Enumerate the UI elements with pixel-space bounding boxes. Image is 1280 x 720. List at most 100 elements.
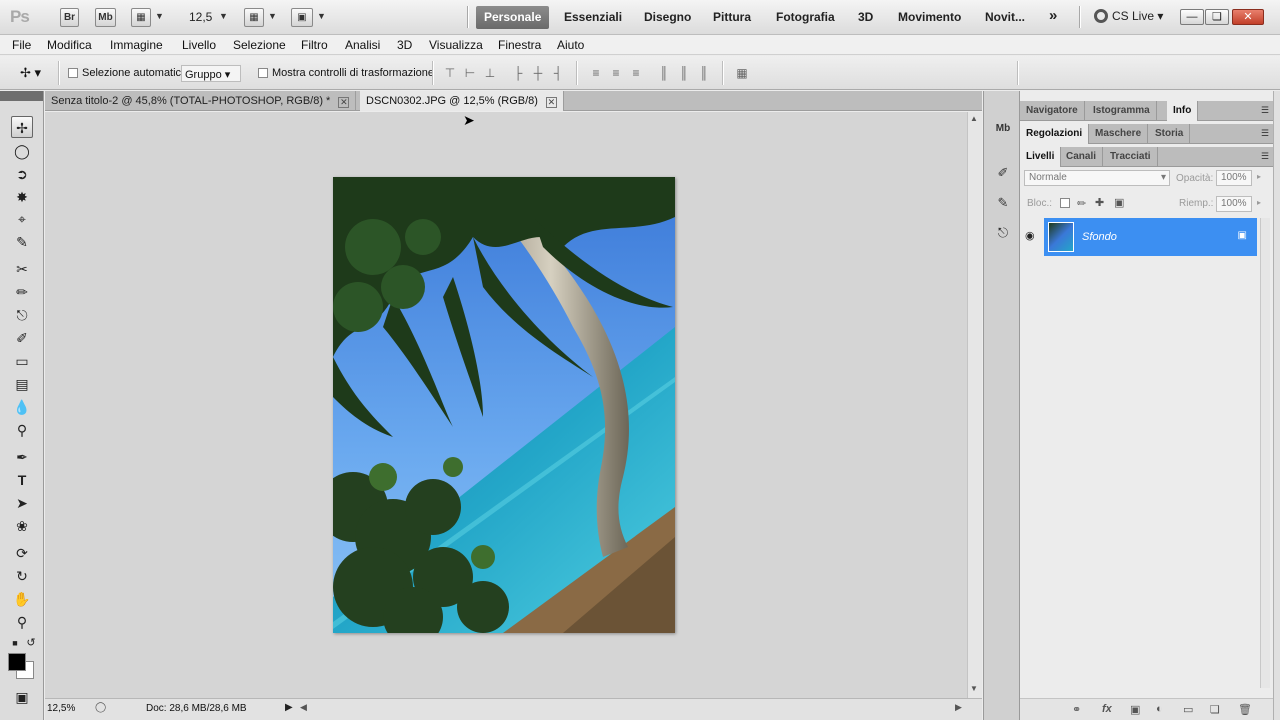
tab-senza-titolo-2[interactable]: Senza titolo-2 @ 45,8% (TOTAL-PHOTOSHOP,… — [45, 91, 357, 111]
zoom-level-field[interactable]: 12,5 — [189, 10, 212, 24]
quick-mask-icon[interactable]: ▣ — [11, 686, 33, 708]
workspace-essenziali[interactable]: Essenziali — [564, 10, 622, 24]
distribute-top-icon[interactable]: ≡ — [588, 65, 604, 81]
restore-icon[interactable]: ❏ — [1205, 9, 1229, 25]
menu-livello[interactable]: Livello — [182, 38, 216, 52]
layers-scrollbar[interactable] — [1260, 218, 1270, 688]
chevron-down-icon[interactable]: ▼ — [155, 11, 164, 21]
workspace-3d[interactable]: 3D — [858, 10, 873, 24]
status-menu-icon[interactable]: ◯ — [95, 702, 106, 713]
eye-visibility-icon[interactable]: ◉ — [1025, 229, 1035, 242]
tab-storia[interactable]: Storia — [1149, 124, 1191, 144]
menu-selezione[interactable]: Selezione — [233, 38, 286, 52]
delete-layer-icon[interactable]: 🗑 — [1238, 703, 1252, 716]
mini-bridge-icon[interactable]: Mb — [992, 119, 1014, 139]
tab-navigatore[interactable]: Navigatore — [1020, 101, 1085, 121]
arrange-documents-button[interactable]: ▦ — [244, 8, 264, 27]
clone-stamp-tool-icon[interactable]: ⎋ — [11, 304, 33, 326]
layer-row-sfondo[interactable]: Sfondo ▣ — [1044, 218, 1257, 256]
menu-3d[interactable]: 3D — [397, 38, 412, 52]
align-vcenter-icon[interactable]: ⊢ — [462, 65, 478, 81]
auto-select-dropdown[interactable]: Gruppo ▾ — [181, 65, 241, 82]
brush-tool-icon[interactable]: ✏ — [11, 281, 33, 303]
tab-istogramma[interactable]: Istogramma — [1087, 101, 1157, 121]
more-workspaces-icon[interactable]: » — [1049, 7, 1057, 24]
tool-preset-picker[interactable]: ✢ ▾ — [20, 65, 41, 81]
close-icon[interactable]: ✕ — [545, 97, 557, 108]
align-hcenter-icon[interactable]: ┼ — [530, 65, 546, 81]
workspace-personale[interactable]: Personale — [476, 6, 550, 29]
menu-filtro[interactable]: Filtro — [301, 38, 328, 52]
align-bottom-icon[interactable]: ⊥ — [482, 65, 498, 81]
menu-aiuto[interactable]: Aiuto — [557, 38, 584, 52]
fill-slider-icon[interactable]: ▸ — [1257, 198, 1261, 207]
distribute-left-icon[interactable]: ║ — [656, 65, 672, 81]
tab-maschere[interactable]: Maschere — [1089, 124, 1149, 144]
tab-dscn0302[interactable]: DSCN0302.JPG @ 12,5% (RGB/8) ✕ — [360, 91, 564, 111]
align-right-icon[interactable]: ┤ — [550, 65, 566, 81]
menu-immagine[interactable]: Immagine — [110, 38, 163, 52]
healing-brush-tool-icon[interactable]: ✂ — [11, 258, 33, 280]
eraser-tool-icon[interactable]: ▭ — [11, 350, 33, 372]
fill-field[interactable]: 100% — [1216, 196, 1252, 212]
foreground-color-swatch[interactable] — [8, 653, 26, 671]
view-extras-button[interactable]: ▦ — [131, 8, 151, 27]
show-transform-checkbox[interactable] — [258, 68, 268, 78]
history-brush-tool-icon[interactable]: ✐ — [11, 327, 33, 349]
minimize-icon[interactable]: — — [1180, 9, 1204, 25]
new-group-icon[interactable]: ▭ — [1183, 703, 1193, 716]
tab-canali[interactable]: Canali — [1060, 147, 1104, 167]
workspace-pittura[interactable]: Pittura — [713, 10, 751, 24]
menu-visualizza[interactable]: Visualizza — [429, 38, 483, 52]
distribute-bottom-icon[interactable]: ≡ — [628, 65, 644, 81]
brushes-icon[interactable]: ✎ — [992, 193, 1014, 213]
workspace-fotografia[interactable]: Fotografia — [776, 10, 835, 24]
tab-info[interactable]: Info — [1167, 101, 1199, 121]
right-edge-scrollbar[interactable] — [1273, 91, 1280, 720]
eyedropper-tool-icon[interactable]: ✎ — [11, 231, 33, 253]
scroll-up-icon[interactable]: ▲ — [970, 114, 978, 123]
crop-tool-icon[interactable]: ⌖ — [11, 208, 33, 230]
path-selection-tool-icon[interactable]: ➤ — [11, 492, 33, 514]
workspace-novita[interactable]: Novit... — [985, 10, 1025, 24]
close-icon[interactable]: ✕ — [1232, 9, 1264, 25]
lock-all-icon[interactable]: ▣ — [1114, 196, 1124, 209]
chevron-down-icon[interactable]: ▼ — [268, 11, 277, 21]
clone-source-icon[interactable]: ⎋ — [992, 223, 1014, 243]
adjustment-layer-icon[interactable]: ◐ — [1156, 703, 1163, 715]
tab-livelli[interactable]: Livelli — [1020, 147, 1062, 167]
panel-menu-icon[interactable]: ☰ — [1261, 151, 1269, 162]
workspace-disegno[interactable]: Disegno — [644, 10, 691, 24]
bridge-button[interactable]: Br — [60, 8, 79, 27]
menu-finestra[interactable]: Finestra — [498, 38, 541, 52]
zoom-tool-icon[interactable]: ⚲ — [11, 611, 33, 633]
tab-regolazioni[interactable]: Regolazioni — [1020, 124, 1090, 144]
hand-tool-icon[interactable]: ✋ — [11, 588, 33, 610]
pen-tool-icon[interactable]: ✒ — [11, 446, 33, 468]
auto-select-checkbox[interactable] — [68, 68, 78, 78]
swap-colors-icon[interactable]: ↺ — [20, 632, 42, 654]
close-icon[interactable]: ✕ — [338, 97, 350, 108]
opacity-field[interactable]: 100% — [1216, 170, 1252, 186]
panel-menu-icon[interactable]: ☰ — [1261, 105, 1269, 116]
menu-analisi[interactable]: Analisi — [345, 38, 380, 52]
align-left-icon[interactable]: ├ — [510, 65, 526, 81]
toolbox-header[interactable] — [0, 91, 43, 101]
cs-live-menu[interactable]: CS Live ▾ — [1094, 9, 1163, 23]
mini-bridge-button[interactable]: Mb — [95, 8, 116, 27]
blend-mode-dropdown[interactable]: Normale ▾ — [1024, 170, 1170, 186]
move-tool-icon[interactable]: ✢ — [11, 116, 33, 138]
tab-tracciati[interactable]: Tracciati — [1104, 147, 1158, 167]
document-canvas-image[interactable] — [333, 177, 675, 633]
vertical-scrollbar[interactable]: ▲ ▼ — [967, 112, 982, 698]
lasso-tool-icon[interactable]: ➲ — [11, 163, 33, 185]
opacity-slider-icon[interactable]: ▸ — [1257, 172, 1261, 181]
marquee-tool-icon[interactable]: ◯ — [11, 140, 33, 162]
status-zoom[interactable]: 12,5% — [47, 703, 75, 714]
quick-selection-tool-icon[interactable]: ✸ — [11, 186, 33, 208]
3d-rotate-tool-icon[interactable]: ⟳ — [11, 542, 33, 564]
brush-presets-icon[interactable]: ✐ — [992, 163, 1014, 183]
menu-file[interactable]: File — [12, 38, 31, 52]
status-arrow-icon[interactable]: ▶ — [285, 702, 293, 713]
layer-style-icon[interactable]: fx — [1102, 703, 1112, 715]
